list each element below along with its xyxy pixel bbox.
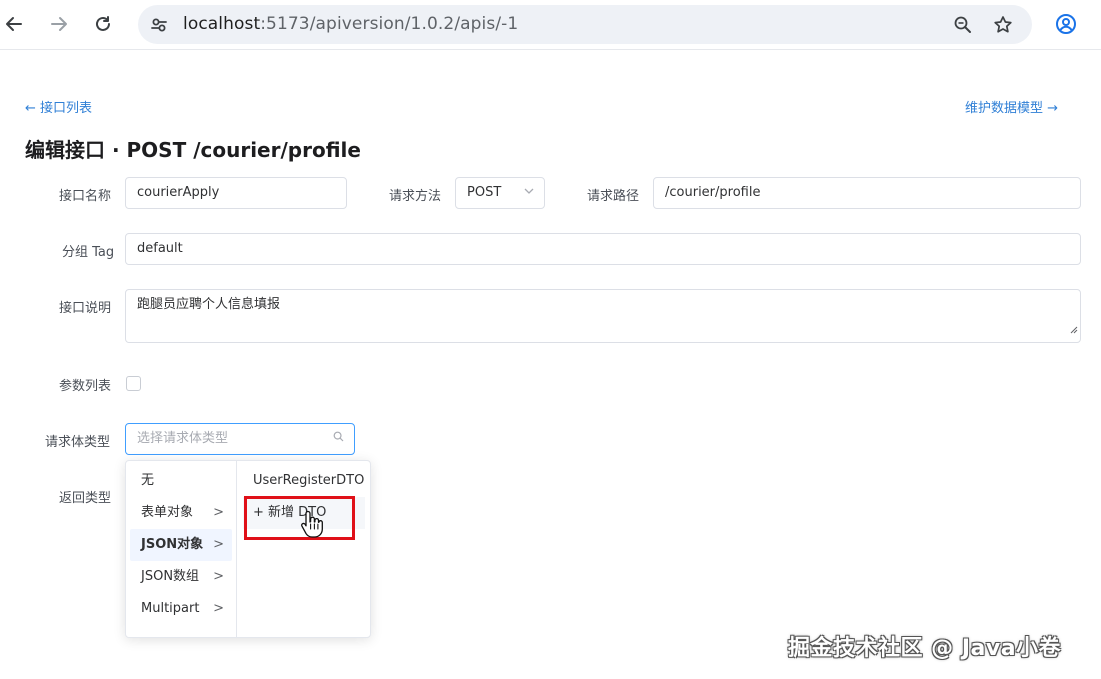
url-host: localhost (183, 14, 261, 34)
return-type-label: 返回类型 (59, 491, 112, 506)
chevron-right-icon: > (213, 601, 224, 616)
hand-cursor-icon (299, 509, 325, 539)
zoom-icon[interactable] (951, 13, 975, 37)
cascader-option-form-object[interactable]: 表单对象 > (126, 497, 236, 529)
path-label: 请求路径 (587, 189, 640, 204)
description-text: 跑腿员应聘个人信息填报 (137, 297, 281, 312)
url-path: :5173/apiversion/1.0.2/apis/-1 (260, 14, 519, 34)
params-checkbox[interactable] (126, 376, 141, 391)
chevron-right-icon: > (213, 569, 224, 584)
tag-label: 分组 Tag (62, 245, 115, 260)
chevron-right-icon: > (213, 505, 224, 520)
cascader-menu-level2: UserRegisterDTO + 新增 DTO (237, 461, 371, 637)
option-label: JSON对象 (141, 537, 204, 552)
resize-handle-icon[interactable] (1069, 322, 1078, 340)
body-type-cascader-input[interactable]: 选择请求体类型 (125, 423, 355, 455)
description-textarea[interactable]: 跑腿员应聘个人信息填报 (125, 289, 1081, 343)
search-icon (333, 424, 344, 454)
option-label: UserRegisterDTO (253, 473, 365, 488)
cascader-option-none[interactable]: 无 (126, 465, 236, 497)
cascader-option-json-object[interactable]: JSON对象 > (130, 529, 232, 561)
maintain-data-model-link[interactable]: 维护数据模型 → (965, 97, 1058, 116)
profile-icon[interactable] (1054, 12, 1078, 36)
address-bar[interactable]: localhost:5173/apiversion/1.0.2/apis/-1 (138, 5, 1032, 44)
body-type-cascader-dropdown: 无 表单对象 > JSON对象 > JSON数组 > Multipart > UserR… (125, 460, 371, 638)
option-label: JSON数组 (141, 569, 200, 584)
option-label: 无 (141, 473, 155, 488)
path-input[interactable]: /courier/profile (653, 177, 1081, 209)
watermark: 掘金技术社区 @ Java小卷 (788, 636, 1062, 661)
description-label: 接口说明 (59, 301, 112, 316)
back-to-api-list-link[interactable]: ← 接口列表 (25, 97, 92, 116)
method-value: POST (467, 185, 502, 200)
chevron-down-icon (524, 178, 534, 208)
tag-input[interactable]: default (125, 233, 1081, 265)
site-info-icon[interactable] (146, 12, 172, 38)
back-icon[interactable] (2, 12, 26, 36)
option-label: 表单对象 (141, 505, 194, 520)
api-name-input[interactable]: courierApply (125, 177, 347, 209)
method-select[interactable]: POST (455, 177, 545, 209)
params-label: 参数列表 (59, 379, 112, 394)
forward-icon[interactable] (47, 12, 71, 36)
page-title: 编辑接口 · POST /courier/profile (25, 138, 361, 162)
api-name-label: 接口名称 (59, 189, 112, 204)
body-type-label: 请求体类型 (45, 435, 111, 450)
reload-icon[interactable] (91, 12, 115, 36)
bookmark-star-icon[interactable] (991, 13, 1015, 37)
cascader-option-json-array[interactable]: JSON数组 > (126, 561, 236, 593)
cascader-option-user-register-dto[interactable]: UserRegisterDTO (237, 465, 371, 497)
browser-toolbar: localhost:5173/apiversion/1.0.2/apis/-1 (0, 0, 1101, 50)
body-type-placeholder: 选择请求体类型 (137, 431, 229, 446)
cascader-option-multipart[interactable]: Multipart > (126, 593, 236, 625)
url-text: localhost:5173/apiversion/1.0.2/apis/-1 (183, 14, 518, 34)
cascader-menu-level1: 无 表单对象 > JSON对象 > JSON数组 > Multipart > (126, 461, 237, 637)
option-label: Multipart (141, 601, 200, 616)
chevron-right-icon: > (213, 537, 224, 552)
method-label: 请求方法 (389, 189, 442, 204)
